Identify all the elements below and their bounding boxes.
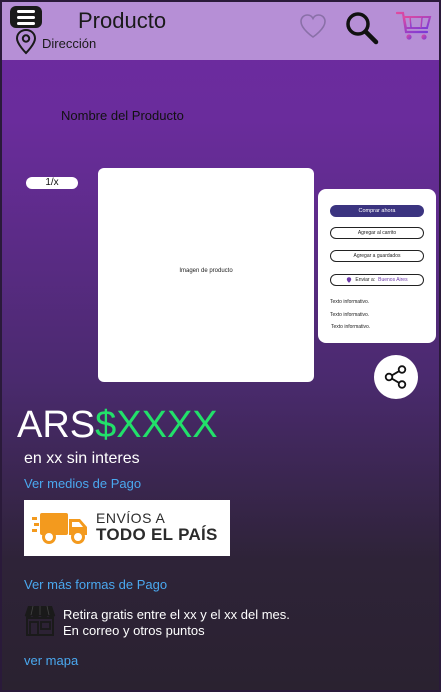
page-title: Producto — [78, 8, 167, 33]
menu-icon[interactable] — [10, 6, 42, 28]
heart-icon[interactable] — [298, 12, 328, 40]
shipping-line-1: ENVÍOS A — [96, 509, 166, 526]
truck-icon — [32, 513, 87, 544]
shipping-banner: ENVÍOS A TODO EL PAÍS — [24, 500, 230, 556]
price-amount: $XXXX — [95, 404, 218, 446]
share-button[interactable] — [374, 355, 418, 399]
map-link[interactable]: ver mapa — [24, 653, 78, 668]
pickup-line-1: Retira gratis entre el xx y el xx del me… — [63, 607, 290, 622]
pickup-line-2: En correo y otros puntos — [63, 623, 205, 638]
pickup-info: Retira gratis entre el xx y el xx del me… — [63, 607, 290, 639]
product-name: Nombre del Producto — [61, 108, 184, 123]
cart-icon[interactable] — [396, 10, 432, 42]
search-icon[interactable] — [344, 10, 380, 46]
location-pin-icon — [347, 277, 352, 283]
info-text: Texto informativo. — [331, 324, 371, 330]
installments-text: en xx sin interes — [24, 450, 140, 467]
info-text: Texto informativo. — [330, 299, 370, 305]
location-pin-icon[interactable] — [14, 28, 38, 56]
info-text: Texto informativo. — [330, 312, 370, 318]
price-currency: ARS — [17, 404, 96, 446]
send-to-city: Buenos Aires — [378, 277, 408, 283]
store-icon — [24, 605, 56, 636]
more-payment-methods-link[interactable]: Ver más formas de Pago — [24, 577, 167, 592]
app-header: Producto Dirección — [2, 2, 439, 60]
share-icon — [384, 365, 407, 389]
send-to-button[interactable]: Enviar a: Buenos Aires — [330, 274, 424, 286]
buy-now-button[interactable]: Comprar ahora — [330, 205, 424, 217]
purchase-actions-panel: Comprar ahora Agregar al carrito Agregar… — [318, 189, 436, 343]
shipping-text: ENVÍOS A TODO EL PAÍS — [96, 509, 218, 545]
price: ARS$XXXX — [17, 404, 218, 447]
send-to-label: Enviar a: — [355, 277, 376, 283]
payment-methods-link[interactable]: Ver medios de Pago — [24, 476, 141, 491]
image-counter: 1/x — [26, 177, 78, 189]
address-label[interactable]: Dirección — [42, 36, 96, 51]
product-image[interactable]: Imagen de producto — [98, 168, 314, 382]
add-to-saved-button[interactable]: Agregar a guardados — [330, 250, 424, 262]
image-placeholder-label: Imagen de producto — [179, 268, 233, 274]
add-to-cart-button[interactable]: Agregar al carrito — [330, 227, 424, 239]
shipping-line-2: TODO EL PAÍS — [96, 525, 218, 545]
